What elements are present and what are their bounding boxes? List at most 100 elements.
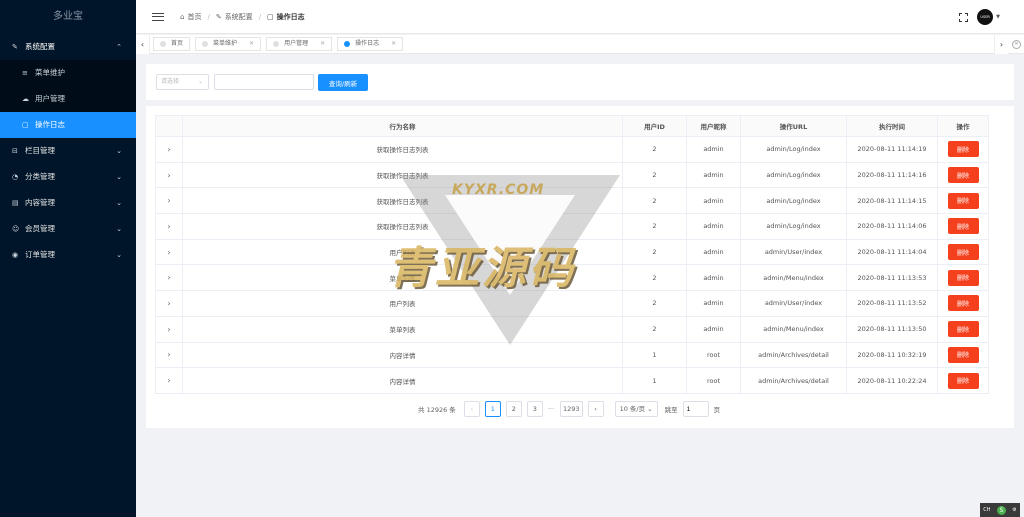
sidebar-menu: ✎ 系统配置 ⌃ ≡ 菜单维护 ☁ 用户管理 ▢ 操作日志 ⊟ 栏目管理 ⌄ ◔ 分类管理 ⌄ ▤ 内容管理 ⌄ ☺… — [0, 34, 136, 268]
tab-close-icon[interactable]: ✕ — [320, 38, 325, 50]
cell-url: admin/User/index — [740, 238, 847, 266]
expand-row-icon[interactable]: › — [155, 187, 183, 215]
delete-button[interactable]: 删除 — [947, 244, 979, 261]
app-logo: 多业宝 — [53, 11, 83, 22]
breadcrumb-item[interactable]: ⌂ 首页 — [180, 12, 201, 22]
expand-row-icon[interactable]: › — [155, 264, 183, 292]
tabs-scroll-right-icon[interactable]: › — [994, 35, 1008, 54]
expand-row-icon[interactable]: › — [155, 315, 183, 343]
tabs-scroll-left-icon[interactable]: ‹ — [136, 35, 150, 54]
page-button-1[interactable]: 1 — [484, 401, 501, 417]
goto-page-input[interactable] — [682, 401, 709, 417]
cell-name: 用户列表 — [182, 290, 623, 317]
cell-nick: admin — [686, 213, 741, 240]
delete-button[interactable]: 删除 — [947, 218, 979, 235]
cell-time: 2020-08-11 11:14:06 — [846, 213, 938, 240]
page-size-select[interactable]: 10 条/页 ⌄ — [614, 401, 658, 417]
sidebar-item-columns[interactable]: ⊟ 栏目管理 ⌄ — [0, 138, 136, 164]
prev-page-button[interactable]: ‹ — [463, 401, 480, 417]
sidebar: 多业宝 ✎ 系统配置 ⌃ ≡ 菜单维护 ☁ 用户管理 ▢ 操作日志 ⊟ 栏目管理 ⌄ ◔ 分类管理 ⌄ ▤ 内容… — [0, 0, 136, 517]
table-row: › 获取操作日志列表 2 admin admin/Log/index 2020-08-11… — [155, 136, 989, 163]
menu-toggle-icon[interactable] — [152, 10, 164, 23]
sidebar-item-category[interactable]: ◔ 分类管理 ⌄ — [0, 164, 136, 190]
cell-time: 2020-08-11 10:22:24 — [846, 367, 938, 394]
table-row: › 菜单列表 2 admin admin/Menu/index 2020-08-11 11… — [155, 264, 989, 292]
cell-url: admin/Menu/index — [740, 264, 847, 292]
column-header: 行为名称 — [182, 115, 623, 137]
sidebar-item-label: 分类管理 — [25, 172, 55, 181]
cell-url: admin/Log/index — [740, 161, 847, 189]
cell-nick: admin — [686, 290, 741, 317]
delete-button[interactable]: 删除 — [947, 141, 979, 158]
cell-actions: 删除 — [937, 213, 989, 240]
sidebar-subitem-users[interactable]: ☁ 用户管理 — [0, 86, 136, 112]
next-page-button[interactable]: › — [587, 401, 604, 417]
sidebar-item-label: 订单管理 — [25, 250, 55, 259]
cell-actions: 删除 — [937, 367, 989, 394]
delete-button[interactable]: 删除 — [947, 269, 979, 286]
delete-button[interactable]: 删除 — [947, 295, 979, 312]
expand-row-icon[interactable]: › — [155, 213, 183, 240]
tab-status-dot-icon — [160, 41, 166, 47]
fullscreen-icon[interactable] — [959, 12, 969, 22]
delete-button[interactable]: 删除 — [947, 192, 979, 209]
cell-actions: 删除 — [937, 187, 989, 215]
delete-button[interactable]: 删除 — [947, 167, 979, 184]
caret-down-icon[interactable]: ▼ — [996, 14, 1000, 20]
close-all-tabs-icon[interactable]: ✕ — [1012, 40, 1021, 49]
log-icon: ▢ — [22, 121, 29, 129]
avatar[interactable]: USER — [977, 9, 994, 25]
sidebar-item-member[interactable]: ☺ 会员管理 ⌄ — [0, 216, 136, 242]
sidebar-item-label: 栏目管理 — [25, 146, 55, 155]
expand-row-icon[interactable]: › — [155, 238, 183, 266]
expand-row-icon[interactable]: › — [155, 341, 183, 369]
breadcrumb-item[interactable]: ✎ 系统配置 — [216, 12, 253, 22]
page-button-2[interactable]: 2 — [505, 401, 522, 417]
breadcrumb-icon: ✎ — [215, 12, 222, 21]
page-button-3[interactable]: 3 — [526, 401, 543, 417]
delete-button[interactable]: 删除 — [947, 321, 979, 338]
last-page-button[interactable]: 1293 — [560, 401, 583, 417]
breadcrumb-label: 操作日志 — [276, 12, 305, 21]
query-refresh-button[interactable]: 查询/刷新 — [318, 74, 368, 91]
chevron-down-icon: ⌄ — [116, 147, 122, 155]
sidebar-item-content[interactable]: ▤ 内容管理 ⌄ — [0, 190, 136, 216]
tab-item[interactable]: 操作日志 ✕ — [337, 37, 404, 51]
sidebar-item-wrench[interactable]: ✎ 系统配置 ⌃ — [0, 34, 136, 60]
sidebar-item-label: 内容管理 — [25, 198, 55, 207]
chevron-down-icon: ⌄ — [197, 78, 203, 85]
table-row: › 用户列表 2 admin admin/User/index 2020-08-11 11… — [155, 238, 989, 266]
tab-close-icon[interactable]: ✕ — [391, 38, 396, 50]
tab-item[interactable]: 首页 — [153, 37, 191, 51]
expand-row-icon[interactable]: › — [155, 136, 183, 163]
tab-label: 首页 — [171, 40, 184, 47]
sidebar-subitem-log[interactable]: ▢ 操作日志 — [0, 112, 136, 138]
tab-item[interactable]: 用户管理 ✕ — [266, 37, 333, 51]
column-header: 操作 — [937, 115, 989, 137]
delete-button[interactable]: 删除 — [947, 372, 979, 389]
expand-row-icon[interactable]: › — [155, 367, 183, 394]
page-unit-label: 页 — [713, 406, 721, 414]
filter-select[interactable]: 请选择 ⌄ — [156, 74, 209, 90]
chevron-up-icon: ⌃ — [116, 43, 122, 51]
ime-s-icon[interactable]: S — [996, 505, 1006, 515]
cell-actions: 删除 — [937, 290, 989, 317]
sidebar-item-order[interactable]: ◉ 订单管理 ⌄ — [0, 242, 136, 268]
tray-gear-icon[interactable]: ⚙ — [1012, 507, 1016, 513]
search-input[interactable] — [214, 74, 314, 90]
sidebar-item-label: 系统配置 — [25, 42, 55, 51]
table-row: › 内容详情 1 root admin/Archives/detail 2020-08-1… — [155, 341, 989, 369]
content-icon: ▤ — [12, 199, 19, 207]
tab-item[interactable]: 菜单维护 ✕ — [195, 37, 262, 51]
delete-button[interactable]: 删除 — [947, 346, 979, 363]
tab-close-icon[interactable]: ✕ — [249, 38, 254, 50]
breadcrumb-icon: ⌂ — [180, 12, 185, 21]
chevron-down-icon: ⌄ — [116, 251, 122, 259]
expand-row-icon[interactable]: › — [155, 290, 183, 317]
sidebar-subitem-list[interactable]: ≡ 菜单维护 — [0, 60, 136, 86]
expand-row-icon[interactable]: › — [155, 161, 183, 189]
pagination-ellipsis[interactable]: ··· — [548, 405, 554, 413]
cell-time: 2020-08-11 10:32:19 — [846, 341, 938, 369]
ime-label[interactable]: CH — [983, 507, 990, 513]
cell-uid: 2 — [622, 315, 687, 343]
